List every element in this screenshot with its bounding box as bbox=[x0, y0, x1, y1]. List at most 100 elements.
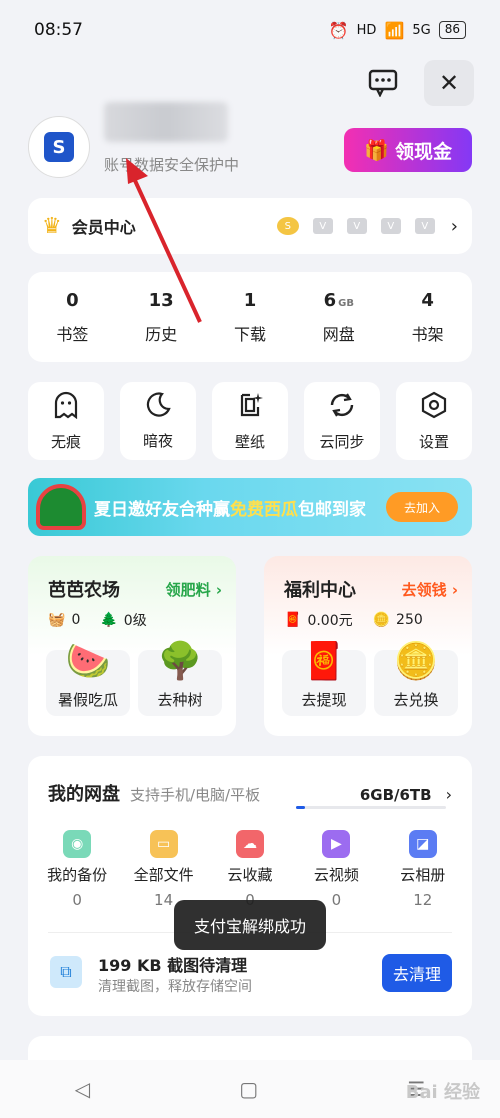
stat-label: 书签 bbox=[56, 324, 89, 344]
cloud-disk-card: 我的网盘 支持手机/电脑/平板 6GB/6TB › ◉ 我的备份 0 ▭ 全部文… bbox=[28, 756, 472, 1016]
welfare-header: 福利中心 去领钱 › bbox=[284, 576, 458, 602]
disk-item-backup[interactable]: ◉ 我的备份 0 bbox=[37, 830, 117, 909]
tile-plant-tree[interactable]: 🌳 去种树 bbox=[138, 641, 222, 716]
profile-header: S 账号数据安全保护中 🎁 领现金 bbox=[28, 102, 472, 180]
tile-withdraw[interactable]: 🧧 去提现 bbox=[282, 641, 366, 716]
farm-fertilizer-link[interactable]: 领肥料 › bbox=[166, 579, 222, 600]
welfare-tiles: 🧧 去提现 🪙 去兑换 bbox=[282, 641, 458, 716]
folder-icon: ▭ bbox=[149, 830, 178, 858]
tool-label: 设置 bbox=[418, 432, 449, 451]
tile-summer-melon[interactable]: 🍉 暑假吃瓜 bbox=[46, 641, 130, 716]
tool-wallpaper[interactable]: 壁纸 bbox=[212, 382, 288, 460]
cloud-disk-items: ◉ 我的备份 0 ▭ 全部文件 14 ☁ 云收藏 0 ▶ 云视频 0 ◪ 云相册… bbox=[34, 830, 466, 909]
top-actions: ✕ bbox=[358, 60, 474, 106]
vip-badge-icon: V bbox=[380, 218, 401, 234]
fertilizer-stat: 🧺 0 bbox=[48, 612, 81, 628]
get-cash-button[interactable]: 🎁 领现金 bbox=[344, 128, 472, 172]
member-center-row[interactable]: ♛ 会员中心 S V V V V › bbox=[28, 198, 472, 254]
tool-settings[interactable]: 设置 bbox=[396, 382, 472, 460]
stat-history[interactable]: 13 历史 bbox=[126, 290, 196, 345]
disk-item-label: 全部文件 bbox=[133, 866, 194, 884]
clean-button[interactable]: 去清理 bbox=[382, 954, 452, 992]
tools-row: 无痕 暗夜 壁纸 云同步 设置 bbox=[28, 382, 472, 460]
storage-usage-fill bbox=[296, 806, 305, 809]
wallet-icon: 🧧 bbox=[284, 612, 302, 628]
red-packet-icon: 🧧 bbox=[301, 641, 347, 682]
stat-value: 4 bbox=[421, 289, 434, 311]
banner-join-button[interactable]: 去加入 bbox=[386, 492, 458, 522]
farm-tiles: 🍉 暑假吃瓜 🌳 去种树 bbox=[46, 641, 222, 716]
toast-message: 支付宝解绑成功 bbox=[174, 900, 326, 950]
stat-value: 13 bbox=[148, 289, 174, 311]
sync-icon bbox=[328, 391, 356, 425]
username-blurred[interactable] bbox=[104, 102, 228, 142]
stat-value: 1 bbox=[243, 289, 257, 311]
welfare-title: 福利中心 bbox=[284, 580, 356, 601]
tool-cloud-sync[interactable]: 云同步 bbox=[304, 382, 380, 460]
member-center-title: 会员中心 bbox=[71, 218, 136, 237]
disk-item-label: 云收藏 bbox=[227, 866, 273, 884]
fertilizer-icon: 🧺 bbox=[48, 612, 66, 628]
watermark: Bai 经验 bbox=[405, 1082, 480, 1103]
signal-icon: 5G bbox=[412, 22, 431, 38]
tool-label: 壁纸 bbox=[234, 432, 265, 451]
tool-label: 云同步 bbox=[319, 432, 365, 451]
back-icon[interactable]: ◁ bbox=[75, 1077, 90, 1101]
backup-icon: ◉ bbox=[63, 830, 92, 858]
video-icon: ▶ bbox=[322, 830, 351, 858]
close-button[interactable]: ✕ bbox=[424, 60, 474, 106]
disk-item-cloud-album[interactable]: ◪ 云相册 12 bbox=[383, 830, 463, 909]
status-icons: ⏰ HD 📶 5G 86 bbox=[329, 21, 466, 40]
album-icon: ◪ bbox=[408, 830, 437, 858]
status-time: 08:57 bbox=[34, 20, 83, 40]
screenshot-clean-icon: ⧉ bbox=[50, 956, 82, 988]
disk-item-label: 云视频 bbox=[313, 866, 359, 884]
stat-bookshelf[interactable]: 4 书架 bbox=[393, 290, 463, 345]
cloud-disk-subtitle: 支持手机/电脑/平板 bbox=[130, 786, 261, 804]
cloud-disk-capacity: 6GB/6TB bbox=[359, 786, 432, 804]
welfare-card: 福利中心 去领钱 › 🧧 0.00元 🪙 250 🧧 去提现 🪙 去兑换 bbox=[264, 556, 472, 736]
farm-mini-stats: 🧺 0 🌲 0级 bbox=[48, 610, 147, 630]
welfare-claim-link[interactable]: 去领钱 › bbox=[402, 579, 458, 600]
disk-item-count: 0 bbox=[72, 891, 82, 909]
stat-cloud-disk[interactable]: 6 GB 网盘 bbox=[304, 290, 374, 345]
stat-value: 6 bbox=[323, 289, 337, 311]
tool-dark-mode[interactable]: 暗夜 bbox=[120, 382, 196, 460]
hd-icon: HD bbox=[356, 22, 377, 38]
vip-badge-icon: V bbox=[346, 218, 367, 234]
tile-exchange[interactable]: 🪙 去兑换 bbox=[374, 641, 458, 716]
disk-item-cloud-fav[interactable]: ☁ 云收藏 0 bbox=[210, 830, 290, 909]
stat-bookmarks[interactable]: 0 书签 bbox=[37, 290, 107, 345]
avatar-logo-icon: S bbox=[44, 132, 74, 162]
tree-level-icon: 🌲 bbox=[100, 612, 118, 628]
tree-icon: 🌳 bbox=[157, 641, 203, 682]
stat-value: 0 bbox=[66, 289, 79, 311]
vip-badge-icon: V bbox=[312, 218, 333, 234]
disk-item-cloud-video[interactable]: ▶ 云视频 0 bbox=[296, 830, 376, 909]
vip-badge-icon: S bbox=[276, 217, 299, 235]
home-icon[interactable]: ▢ bbox=[239, 1077, 258, 1101]
gift-icon: 🎁 bbox=[364, 138, 389, 162]
coin-icon: 🪙 bbox=[372, 612, 391, 628]
ghost-icon bbox=[53, 391, 79, 425]
promo-banner[interactable]: 夏日邀好友合种赢免费西瓜包邮到家 去加入 bbox=[28, 478, 472, 536]
farm-header: 芭芭农场 领肥料 › bbox=[48, 576, 222, 602]
gold-coin-icon: 🪙 bbox=[393, 641, 439, 682]
close-icon: ✕ bbox=[438, 69, 460, 97]
avatar[interactable]: S bbox=[28, 116, 90, 178]
chevron-right-icon: › bbox=[445, 785, 452, 804]
disk-item-all-files[interactable]: ▭ 全部文件 14 bbox=[124, 830, 204, 909]
tool-incognito[interactable]: 无痕 bbox=[28, 382, 104, 460]
banner-text-c: 包邮到家 bbox=[298, 499, 366, 520]
vip-badges: S V V V V bbox=[276, 217, 435, 235]
vip-badge-icon: V bbox=[414, 218, 435, 234]
banner-text-b: 免费西瓜 bbox=[230, 499, 298, 520]
disk-item-count: 12 bbox=[413, 891, 433, 909]
stats-row: 0 书签 13 历史 1 下载 6 GB 网盘 4 书架 bbox=[28, 272, 472, 362]
crown-icon: ♛ bbox=[42, 213, 62, 239]
stat-downloads[interactable]: 1 下载 bbox=[215, 290, 285, 345]
clean-title: 199 KB 截图待清理 bbox=[98, 956, 248, 975]
disk-item-label: 云相册 bbox=[400, 866, 446, 884]
cloud-disk-header[interactable]: 我的网盘 支持手机/电脑/平板 6GB/6TB › bbox=[48, 780, 452, 806]
message-icon[interactable] bbox=[358, 60, 408, 106]
